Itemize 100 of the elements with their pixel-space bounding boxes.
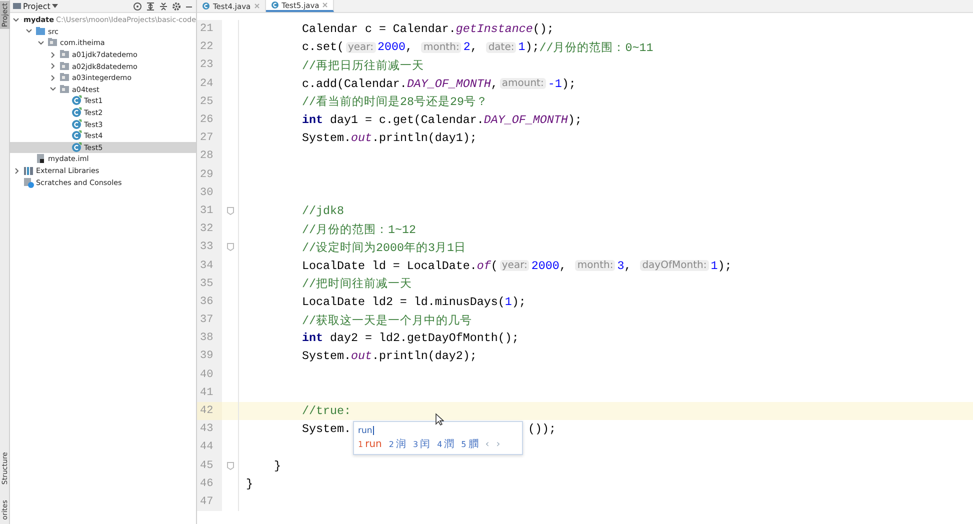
code-comment: //把时间往前减一天 (302, 276, 412, 292)
line-number: 21 (197, 20, 222, 38)
code-text: } (246, 476, 253, 491)
code-text: day2 = ld2.getDayOfMonth(); (328, 331, 519, 346)
package-folder-icon (59, 72, 70, 84)
line-number: 32 (197, 220, 222, 238)
number-literal: 1 (518, 40, 526, 54)
chevron-down-icon[interactable] (26, 28, 32, 34)
keyword: int (302, 113, 323, 128)
code-comment: //再把日历往前减一天 (302, 58, 424, 73)
ime-candidate[interactable]: 3 闰 (412, 437, 430, 451)
line-number: 23 (197, 56, 222, 75)
java-class-icon (71, 142, 82, 153)
close-icon (254, 3, 260, 9)
code-comment: //jdk8 (302, 204, 344, 218)
line-number: 27 (197, 129, 222, 148)
number-literal: 2000 (531, 258, 560, 273)
chevron-right-icon[interactable] (14, 168, 20, 174)
code-text: , (470, 40, 478, 54)
package-folder-icon (47, 37, 58, 48)
line-number: 42 (197, 402, 222, 420)
chevron-down-icon[interactable] (50, 86, 56, 92)
line-number: 30 (197, 184, 222, 202)
static-member: DAY_OF_MONTH (484, 113, 568, 128)
line-number: 37 (197, 311, 222, 330)
line-number: 47 (197, 492, 222, 512)
ime-input-text: run (358, 426, 372, 436)
code-text: , (624, 258, 632, 273)
number-literal: -1 (548, 76, 562, 91)
code-comment: //月份的范围：1~12 (302, 222, 416, 237)
code-text: c.add(Calendar. (302, 76, 407, 91)
code-text: ); (512, 294, 526, 309)
java-class-icon (71, 130, 82, 142)
code-text: , (559, 258, 568, 273)
ime-candidate[interactable]: 2 润 (388, 437, 406, 451)
chevron-down-icon[interactable] (13, 16, 19, 23)
chevron-down-icon[interactable] (38, 40, 44, 46)
static-member: getInstance (456, 22, 533, 36)
chevron-right-icon[interactable] (50, 63, 56, 70)
code-text: LocalDate ld2 = ld.minusDays( (302, 294, 505, 309)
number-literal: 2000 (378, 40, 406, 54)
code-text: System. (302, 422, 351, 436)
line-number: 31 (197, 202, 222, 220)
line-number: 44 (197, 438, 222, 456)
line-number: 33 (197, 238, 222, 256)
line-number: 35 (197, 274, 222, 293)
static-member: out (350, 131, 372, 146)
folder-icon (13, 2, 21, 10)
line-number: 40 (197, 366, 222, 384)
parameter-hint: date: (486, 42, 516, 53)
code-text: ()); (528, 422, 556, 436)
parameter-hint: amount: (500, 78, 546, 90)
ime-candidate[interactable]: 5 膶 (461, 437, 478, 451)
keyword: int (302, 331, 323, 346)
locate-icon (133, 2, 142, 10)
parameter-hint: year: (500, 260, 530, 272)
parameter-hint: month: (421, 42, 462, 53)
line-number: 36 (197, 292, 222, 311)
java-class-icon (71, 118, 82, 130)
settings-icon (172, 2, 181, 10)
line-number: 34 (197, 256, 222, 275)
number-literal: 1 (504, 294, 512, 309)
code-text: Calendar c = Calendar. (302, 22, 456, 36)
ime-candidate[interactable]: 1 run (358, 438, 382, 450)
code-text: ); (562, 76, 576, 91)
line-number: 38 (197, 329, 222, 348)
code-text: ); (525, 40, 540, 54)
source-folder-icon (35, 26, 46, 37)
expand-all-icon (146, 2, 155, 10)
parameter-hint: month: (575, 260, 616, 272)
chevron-right-icon[interactable] (50, 52, 56, 58)
scratch-icon (23, 176, 34, 188)
collapse-all-icon (159, 2, 168, 10)
code-text: ); (568, 113, 582, 128)
line-number: 39 (197, 347, 222, 366)
chevron-right-icon[interactable] (50, 74, 56, 81)
static-member: DAY_OF_MONTH (406, 76, 491, 91)
line-number: 22 (197, 38, 222, 56)
code-text: LocalDate ld = LocalDate. (302, 258, 477, 273)
line-number: 25 (197, 92, 222, 111)
code-comment: //看当前的时间是28号还是29号？ (302, 94, 488, 110)
code-text: , (490, 76, 498, 91)
static-member: of (476, 258, 491, 273)
java-class-icon (270, 1, 279, 9)
static-member: out (350, 349, 372, 364)
parameter-hint: year: (346, 42, 376, 53)
java-class-icon (71, 107, 82, 118)
line-number: 28 (197, 147, 222, 166)
code-text: ( (490, 258, 498, 273)
code-text: (); (532, 22, 554, 36)
library-icon (23, 165, 34, 176)
java-class-icon (202, 2, 210, 10)
code-text: , (405, 40, 414, 54)
panel-title[interactable]: Project (23, 2, 50, 10)
code-text: c.set( (302, 40, 344, 54)
line-number: 24 (197, 74, 222, 93)
line-number: 45 (197, 456, 222, 475)
code-comment: //获取这一天是一个月中的几号 (302, 312, 472, 328)
number-literal: 2 (463, 40, 470, 54)
ime-candidate[interactable]: 4 潤 (437, 437, 454, 451)
